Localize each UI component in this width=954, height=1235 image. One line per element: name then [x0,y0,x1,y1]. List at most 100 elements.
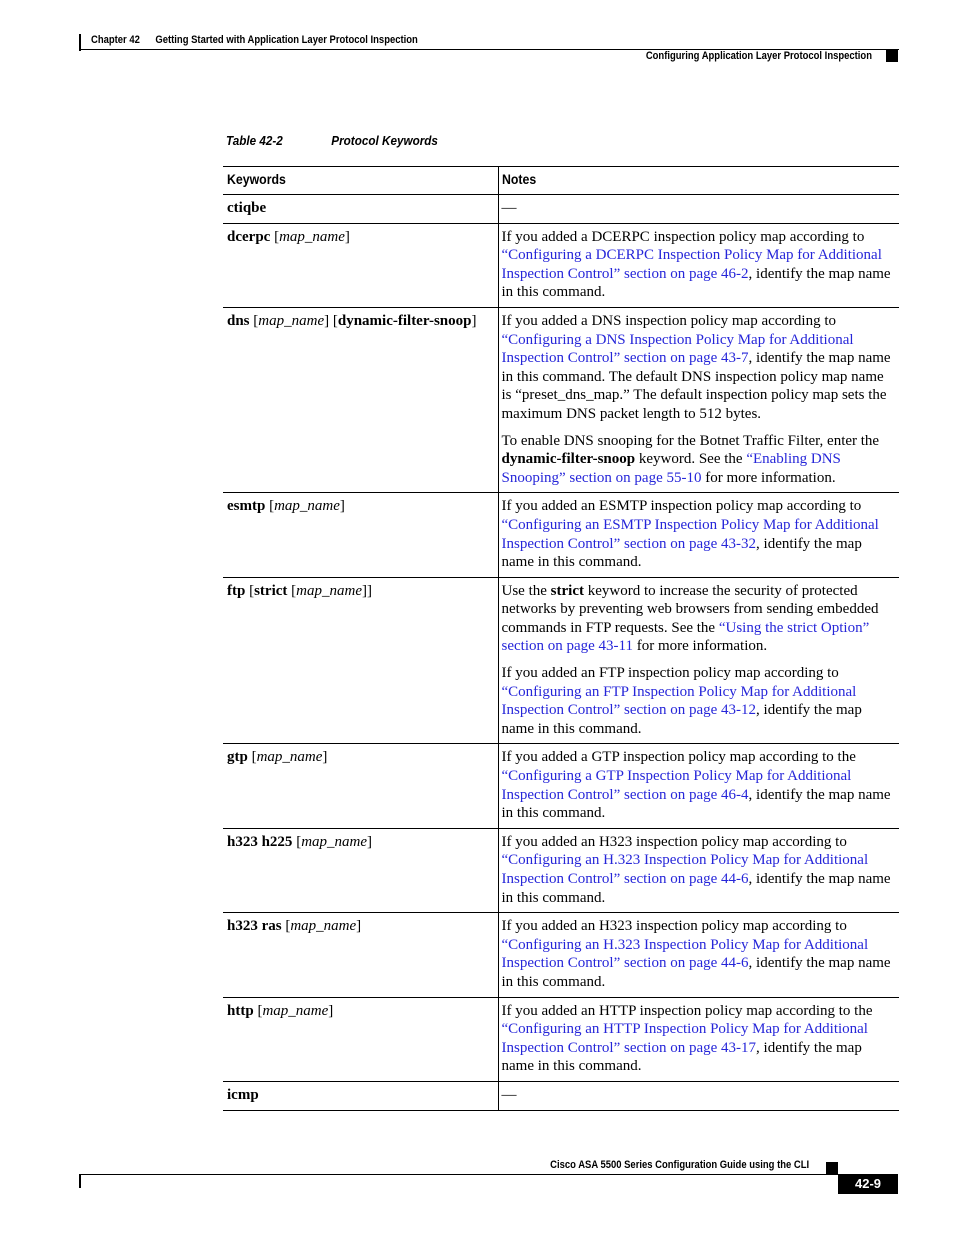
keyword-cell: dns [map_name] [dynamic-filter-snoop] [223,307,499,493]
table-row: h323 h225 [map_name] If you added an H323… [223,828,899,913]
note-paragraph: If you added an FTP inspection policy ma… [502,664,894,738]
keyword-cell: h323 h225 [map_name] [223,828,499,913]
argument-placeholder: map_name [301,833,368,850]
text-run: If you added an ESMTP inspection policy … [501,498,862,515]
text-run: Use the [501,582,551,599]
footer-rule-vertical [79,1174,81,1188]
text-run: ] [471,312,477,329]
text-run: ] [356,918,362,935]
bold-term: ctiqbe [227,200,267,216]
table-header-row: Keywords Notes [223,166,899,195]
text-run: To enable DNS snooping for the Botnet Tr… [501,432,880,449]
notes-cell: — [498,195,899,224]
argument-placeholder: map_name [258,312,325,329]
table-row: dcerpc [map_name] If you added a DCERPC i… [223,223,899,308]
text-run: If you added a DCERPC inspection policy … [501,228,865,245]
notes-cell: If you added a GTP inspection policy map… [498,744,899,828]
chapter-title: Getting Started with Application Layer P… [155,34,418,46]
text-run: ] [ [324,312,338,329]
keyword-cell: esmtp [map_name] [223,492,499,578]
text-run: ] [367,833,373,850]
note-paragraph: Use the strict keyword to increase the s… [502,582,894,656]
text-run: for more information. [633,638,768,655]
table-row: ftp [strict [map_name]] Use the strict ke… [223,577,899,744]
text-run: — [501,1086,517,1103]
column-header-keywords: Keywords [223,166,499,195]
notes-cell: — [498,1081,899,1110]
footer-marker-block [826,1162,838,1174]
bold-term: dynamic-filter-snoop [337,312,472,329]
bold-term: h323 ras [227,918,282,935]
argument-placeholder: map_name [262,1002,329,1019]
text-run: If you added a DNS inspection policy map… [501,312,837,329]
text-run: If you added an H323 inspection policy m… [501,918,847,935]
notes-cell: If you added an H323 inspection policy m… [498,913,899,997]
notes-cell: If you added an HTTP inspection policy m… [498,997,899,1081]
bold-term: esmtp [227,498,266,515]
table-number: Table 42-2 [226,133,283,148]
notes-cell: If you added a DCERPC inspection policy … [498,223,899,307]
bold-term: icmp [227,1086,259,1103]
text-run: [ [249,312,259,329]
table-title: Protocol Keywords [331,133,438,148]
keyword-cell: ftp [strict [map_name]] [223,577,499,744]
note-paragraph: To enable DNS snooping for the Botnet Tr… [502,432,894,488]
bold-term: h323 h225 [227,833,293,850]
keyword-cell: h323 ras [map_name] [223,912,499,998]
argument-placeholder: map_name [256,749,323,766]
bold-term: http [227,1002,254,1019]
footer-rule [79,1174,839,1175]
text-run: [ [245,582,255,599]
table-row: dns [map_name] [dynamic-filter-snoop] If … [223,307,899,493]
table-row: esmtp [map_name] If you added an ESMTP in… [223,492,899,578]
text-run: If you added an HTTP inspection policy m… [501,1002,873,1019]
text-run: [ [265,498,275,515]
text-run: ] [328,1002,334,1019]
chapter-label: Chapter 42 [91,34,140,46]
bold-term: strict [550,582,584,599]
notes-cell: If you added an H323 inspection policy m… [498,828,899,912]
table-row: icmp — [223,1081,899,1111]
notes-cell: Use the strict keyword to increase the s… [498,577,899,744]
argument-placeholder: map_name [274,498,340,515]
note-paragraph: — [502,1086,894,1105]
note-paragraph: If you added a GTP inspection policy map… [502,748,894,822]
table-row: ctiqbe — [223,194,899,224]
notes-cell: If you added a DNS inspection policy map… [498,307,899,492]
book-title: Cisco ASA 5500 Series Configuration Guid… [550,1159,809,1171]
text-run: for more information. [701,469,836,486]
note-paragraph: If you added an HTTP inspection policy m… [502,1002,894,1076]
text-run: [ [287,582,297,599]
text-run: [ [270,228,280,245]
note-paragraph: If you added a DCERPC inspection policy … [502,228,894,302]
bold-term: ftp [227,582,246,599]
keyword-cell: icmp [223,1081,499,1111]
argument-placeholder: map_name [290,918,357,935]
table-caption: Table 42-2 Protocol Keywords [226,133,438,148]
text-run: If you added an FTP inspection policy ma… [501,665,839,682]
note-paragraph: If you added an ESMTP inspection policy … [502,497,894,571]
note-paragraph: If you added a DNS inspection policy map… [502,312,894,424]
bold-term: gtp [227,749,248,766]
text-run: If you added a GTP inspection policy map… [501,749,856,766]
protocol-keywords-table: Keywords Notes ctiqbe — dcerpc [map_name] I… [223,166,899,1111]
header-marker-block [886,50,898,62]
text-run: ]] [361,582,372,599]
chapter-heading: Chapter 42 Getting Started with Applicati… [91,34,418,46]
argument-placeholder: map_name [296,582,362,599]
text-run: ] [339,498,345,515]
text-run: — [501,200,517,216]
table-row: gtp [map_name] If you added a GTP inspect… [223,743,899,829]
column-header-notes: Notes [501,171,536,187]
argument-placeholder: map_name [279,228,345,245]
note-paragraph: If you added an H323 inspection policy m… [502,917,894,991]
bold-term: dns [227,312,250,329]
keyword-cell: http [map_name] [223,997,499,1082]
keyword-cell: dcerpc [map_name] [223,223,499,308]
text-run: ] [322,749,328,766]
text-run: If you added an H323 inspection policy m… [501,833,847,850]
table-row: h323 ras [map_name] If you added an H323 … [223,912,899,998]
keyword-cell: ctiqbe [223,194,499,224]
note-paragraph: — [502,199,894,218]
section-heading: Configuring Application Layer Protocol I… [645,50,872,62]
